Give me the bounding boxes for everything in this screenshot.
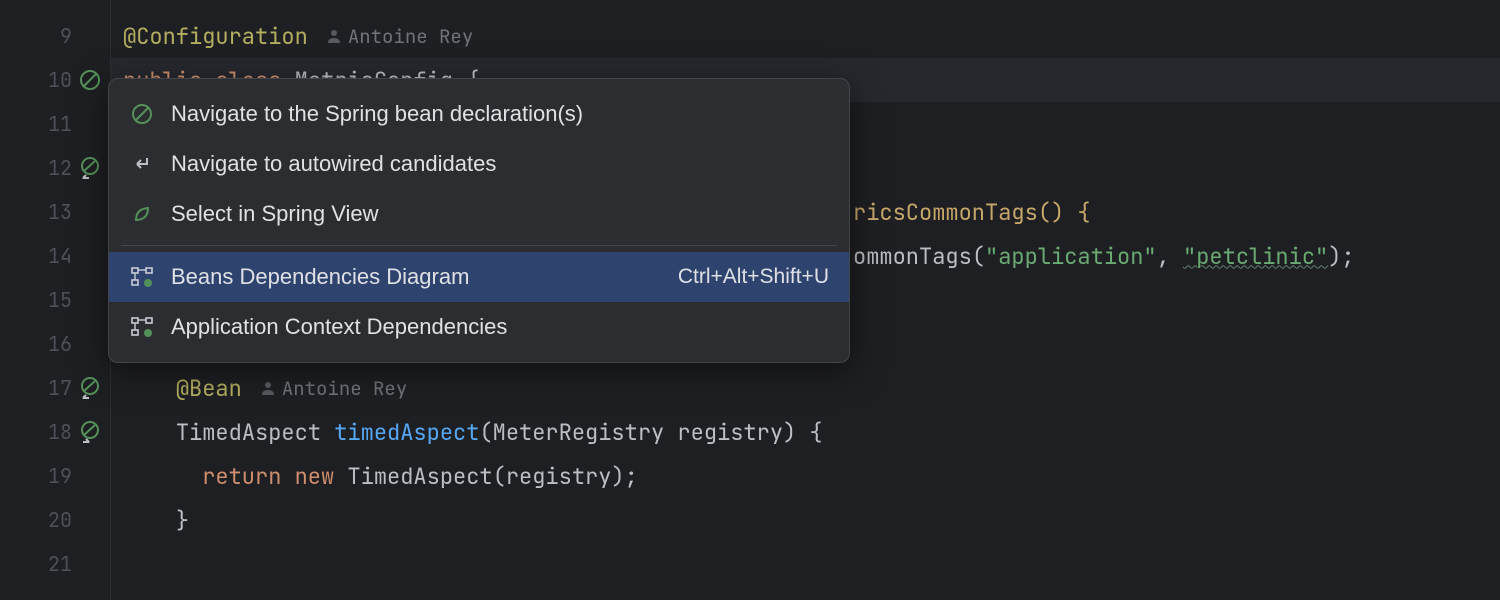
gutter-actions-popup: Navigate to the Spring bean declaration(… xyxy=(108,78,850,363)
signature-token: (MeterRegistry registry) { xyxy=(479,418,822,447)
empty-gutter-icon xyxy=(78,112,102,136)
code-line: return new TimedAspect(registry); xyxy=(123,454,1500,498)
type-token: TimedAspect xyxy=(176,418,334,447)
call-token: TimedAspect(registry); xyxy=(347,462,637,491)
string-token: "petclinic" xyxy=(1183,242,1328,271)
spring-autowired-gutter-icon[interactable] xyxy=(78,376,102,400)
popup-item-label: Navigate to the Spring bean declaration(… xyxy=(171,101,829,127)
gutter-row[interactable]: 12 xyxy=(0,146,110,190)
gutter-row[interactable]: 14 xyxy=(0,234,110,278)
popup-item-navigate-autowired[interactable]: Navigate to autowired candidates xyxy=(109,139,849,189)
person-icon xyxy=(260,380,276,396)
code-line: } xyxy=(123,498,1500,542)
diagram-icon xyxy=(129,264,155,290)
line-number: 16 xyxy=(32,331,72,357)
person-icon xyxy=(326,28,342,44)
code-line: TimedAspect timedAspect (MeterRegistry r… xyxy=(123,410,1500,454)
popup-item-label: Beans Dependencies Diagram xyxy=(171,264,662,290)
code-line: @Bean Antoine Rey xyxy=(123,366,1500,410)
code-line xyxy=(123,542,1500,586)
empty-gutter-icon xyxy=(78,508,102,532)
line-number: 18 xyxy=(32,419,72,445)
empty-gutter-icon xyxy=(78,200,102,224)
line-number: 10 xyxy=(32,67,72,93)
author-inlay-hint[interactable]: Antoine Rey xyxy=(260,376,407,401)
line-number: 15 xyxy=(32,287,72,313)
line-number: 21 xyxy=(32,551,72,577)
line-number: 12 xyxy=(32,155,72,181)
popup-item-label: Navigate to autowired candidates xyxy=(171,151,829,177)
gutter-row[interactable]: 10 xyxy=(0,58,110,102)
keyword-token: new xyxy=(295,462,348,491)
spring-bean-gutter-icon[interactable] xyxy=(78,68,102,92)
gutter-row[interactable]: 15 xyxy=(0,278,110,322)
annotation-token: @Configuration xyxy=(123,22,308,51)
line-number: 14 xyxy=(32,243,72,269)
gutter-row[interactable]: 18 xyxy=(0,410,110,454)
code-token: ommonTags( xyxy=(853,242,985,271)
comma-token: , xyxy=(1157,242,1183,271)
popup-item-navigate-bean-declaration[interactable]: Navigate to the Spring bean declaration(… xyxy=(109,89,849,139)
empty-gutter-icon xyxy=(78,552,102,576)
author-inlay-hint[interactable]: Antoine Rey xyxy=(326,24,473,49)
author-name: Antoine Rey xyxy=(282,376,407,401)
line-number: 17 xyxy=(32,375,72,401)
popup-item-beans-dependencies-diagram[interactable]: Beans Dependencies Diagram Ctrl+Alt+Shif… xyxy=(109,252,849,302)
gutter-row[interactable]: 16 xyxy=(0,322,110,366)
empty-gutter-icon xyxy=(78,332,102,356)
popup-item-label: Application Context Dependencies xyxy=(171,314,829,340)
line-number: 11 xyxy=(32,111,72,137)
line-number: 13 xyxy=(32,199,72,225)
arrow-return-icon xyxy=(129,151,155,177)
line-number: 19 xyxy=(32,463,72,489)
gutter-row[interactable]: 21 xyxy=(0,542,110,586)
empty-gutter-icon xyxy=(78,24,102,48)
gutter-row[interactable]: 13 xyxy=(0,190,110,234)
leaf-icon xyxy=(129,201,155,227)
gutter: 9 10 11 12 13 14 15 xyxy=(0,0,110,600)
empty-gutter-icon xyxy=(78,244,102,268)
method-token: ricsCommonTags() { xyxy=(853,198,1091,227)
line-number: 9 xyxy=(32,23,72,49)
spring-circle-icon xyxy=(129,101,155,127)
gutter-row[interactable]: 9 xyxy=(0,14,110,58)
popup-divider xyxy=(121,245,837,246)
annotation-token: @Bean xyxy=(176,374,242,403)
empty-gutter-icon xyxy=(78,288,102,312)
diagram-icon xyxy=(129,314,155,340)
gutter-row[interactable]: 20 xyxy=(0,498,110,542)
popup-item-select-spring-view[interactable]: Select in Spring View xyxy=(109,189,849,239)
gutter-row[interactable]: 17 xyxy=(0,366,110,410)
popup-item-label: Select in Spring View xyxy=(171,201,829,227)
popup-item-shortcut: Ctrl+Alt+Shift+U xyxy=(678,265,829,289)
author-name: Antoine Rey xyxy=(348,24,473,49)
brace-token: } xyxy=(176,506,189,535)
popup-item-application-context-dependencies[interactable]: Application Context Dependencies xyxy=(109,302,849,352)
empty-gutter-icon xyxy=(78,464,102,488)
string-token: "application" xyxy=(985,242,1157,271)
spring-autowired-gutter-icon[interactable] xyxy=(78,156,102,180)
code-token: ); xyxy=(1328,242,1354,271)
gutter-row[interactable]: 11 xyxy=(0,102,110,146)
method-decl-token: timedAspect xyxy=(334,418,479,447)
keyword-token: return xyxy=(202,462,294,491)
spring-nav-gutter-icon[interactable] xyxy=(78,420,102,444)
line-number: 20 xyxy=(32,507,72,533)
gutter-row[interactable]: 19 xyxy=(0,454,110,498)
code-line: @Configuration Antoine Rey xyxy=(123,14,1500,58)
